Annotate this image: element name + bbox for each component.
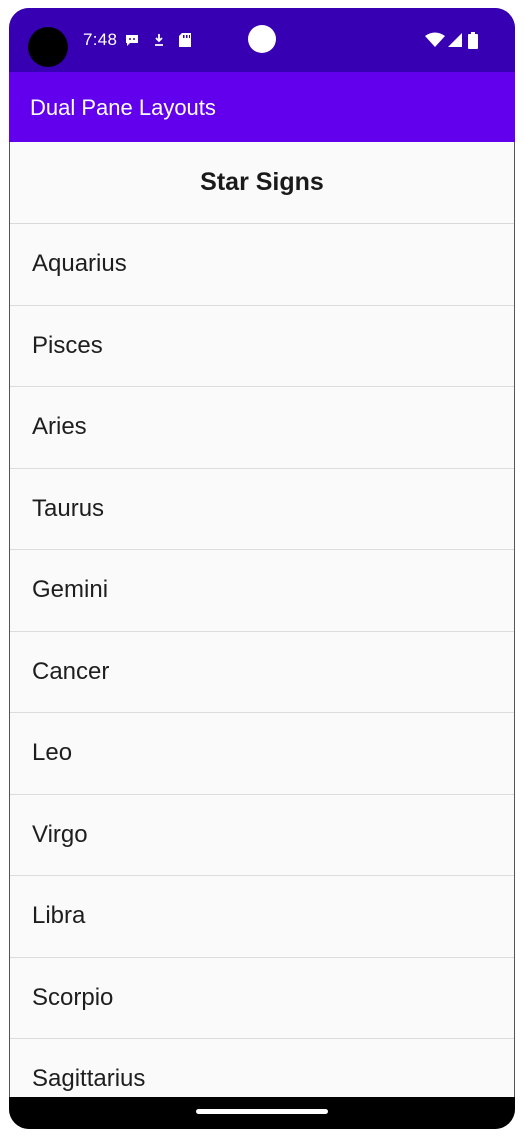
device-screen: 7:48 Dual Pane Layouts Star Signs Aquari… xyxy=(9,8,515,1129)
signal-icon xyxy=(447,32,463,48)
download-icon xyxy=(151,32,167,48)
home-gesture-handle[interactable] xyxy=(196,1109,328,1114)
sd-card-icon xyxy=(177,32,193,48)
front-sensor xyxy=(248,25,276,53)
list-item-cancer[interactable]: Cancer xyxy=(10,632,514,713)
list-item-virgo[interactable]: Virgo xyxy=(10,795,514,876)
list-item-scorpio[interactable]: Scorpio xyxy=(10,958,514,1039)
list-item-sagittarius[interactable]: Sagittarius xyxy=(10,1039,514,1097)
list-item-libra[interactable]: Libra xyxy=(10,876,514,958)
wifi-icon xyxy=(425,32,445,48)
status-time: 7:48 xyxy=(83,30,118,49)
list-item-pisces[interactable]: Pisces xyxy=(10,306,514,387)
battery-icon xyxy=(467,31,479,49)
camera-cutout xyxy=(28,27,68,67)
app-bar: Dual Pane Layouts xyxy=(9,72,515,142)
status-bar: 7:48 xyxy=(9,8,515,72)
message-icon xyxy=(124,32,140,48)
navigation-bar xyxy=(9,1097,515,1129)
star-signs-list[interactable]: Star Signs Aquarius Pisces Aries Taurus … xyxy=(10,142,514,1097)
list-item-taurus[interactable]: Taurus xyxy=(10,469,514,550)
list-item-aries[interactable]: Aries xyxy=(10,387,514,469)
list-item-gemini[interactable]: Gemini xyxy=(10,550,514,632)
list-header: Star Signs xyxy=(10,142,514,224)
app-title: Dual Pane Layouts xyxy=(30,95,216,120)
list-item-leo[interactable]: Leo xyxy=(10,713,514,795)
list-item-aquarius[interactable]: Aquarius xyxy=(10,224,514,306)
